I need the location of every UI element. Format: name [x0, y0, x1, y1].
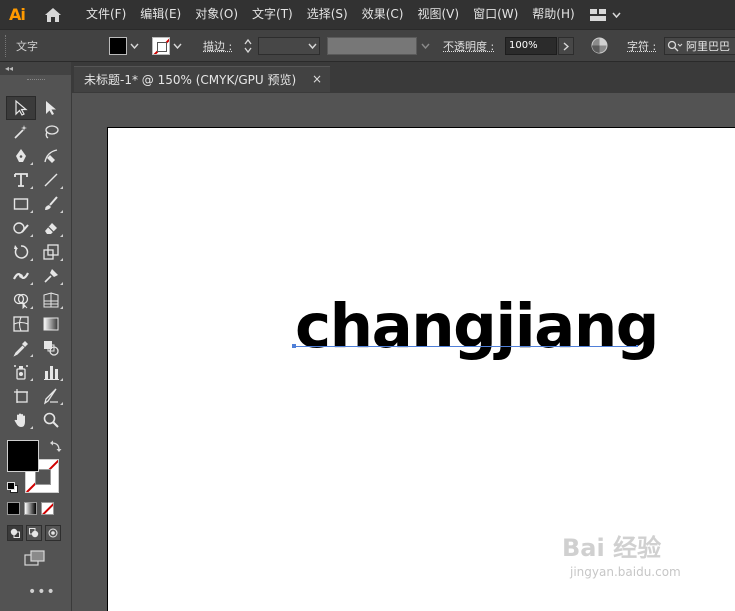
variable-width-profile[interactable] [327, 37, 417, 55]
text-anchor-point[interactable] [292, 344, 296, 348]
menu-view[interactable]: 视图(V) [410, 0, 466, 29]
symbol-sprayer-tool-icon[interactable] [6, 360, 36, 384]
home-icon[interactable] [43, 6, 63, 24]
selection-type-label: 文字 [16, 39, 38, 53]
type-tool-icon[interactable] [6, 168, 36, 192]
watermark-logo: Bai 经验 [562, 534, 662, 562]
spinner-arrows-icon [244, 38, 252, 53]
menu-help[interactable]: 帮助(H) [525, 0, 581, 29]
main-menu: 文件(F) 编辑(E) 对象(O) 文字(T) 选择(S) 效果(C) 视图(V… [79, 0, 582, 29]
shaper-tool-icon[interactable] [6, 216, 36, 240]
zoom-tool-icon[interactable] [36, 408, 66, 432]
fill-swatch[interactable] [109, 36, 127, 55]
app-logo: Ai [9, 5, 26, 24]
pen-tool-icon[interactable] [6, 144, 36, 168]
drawing-mode-buttons [7, 525, 61, 541]
document-tab-title: 未标题-1* @ 150% (CMYK/GPU 预览) [84, 73, 297, 87]
blend-tool-icon[interactable] [36, 336, 66, 360]
collapse-panel-icon[interactable]: ◂◂ [5, 62, 13, 75]
eraser-tool-icon[interactable] [36, 216, 66, 240]
scale-tool-icon[interactable] [36, 240, 66, 264]
menu-window[interactable]: 窗口(W) [466, 0, 525, 29]
tools-panel: ◂◂ ••• [0, 62, 72, 611]
character-label[interactable]: 字符 : [627, 30, 656, 61]
tools-panel-header[interactable]: ◂◂ [0, 62, 71, 75]
gradient-mode-button[interactable] [24, 502, 37, 515]
stroke-color-control[interactable] [152, 30, 184, 61]
watermark: Bai 经验 jingyan.baidu.com [562, 528, 681, 579]
close-icon[interactable]: × [312, 72, 322, 86]
text-baseline [294, 346, 637, 347]
slice-tool-icon[interactable] [36, 384, 66, 408]
fill-color-control[interactable] [109, 30, 141, 61]
eyedropper-tool-icon[interactable] [6, 336, 36, 360]
draw-inside-icon[interactable] [45, 525, 61, 541]
document-tab[interactable]: 未标题-1* @ 150% (CMYK/GPU 预览) × [74, 66, 330, 92]
artboard-text[interactable]: changjiang [295, 287, 659, 367]
shape-builder-tool-icon[interactable] [6, 288, 36, 312]
default-fill-stroke-icon[interactable] [7, 482, 18, 493]
perspective-grid-tool-icon[interactable] [36, 288, 66, 312]
menu-file[interactable]: 文件(F) [79, 0, 133, 29]
control-bar-grip[interactable] [3, 30, 9, 61]
column-graph-tool-icon[interactable] [36, 360, 66, 384]
gradient-tool-icon[interactable] [36, 312, 66, 336]
workspace-switcher[interactable] [589, 8, 621, 21]
fill-stroke-widget [7, 440, 65, 495]
watermark-url: jingyan.baidu.com [570, 565, 681, 579]
color-mode-button[interactable] [7, 502, 20, 515]
chevron-down-icon[interactable] [170, 37, 184, 55]
screen-mode-icon[interactable] [24, 550, 46, 566]
stroke-label[interactable]: 描边 : [203, 30, 232, 61]
hand-tool-icon[interactable] [6, 408, 36, 432]
mesh-tool-icon[interactable] [6, 312, 36, 336]
puppet-warp-tool-icon[interactable] [36, 264, 66, 288]
rectangle-tool-icon[interactable] [6, 192, 36, 216]
none-mode-button[interactable] [41, 502, 54, 515]
line-segment-tool-icon[interactable] [36, 168, 66, 192]
menu-object[interactable]: 对象(O) [188, 0, 245, 29]
draw-normal-icon[interactable] [7, 525, 23, 541]
menu-bar: Ai 文件(F) 编辑(E) 对象(O) 文字(T) 选择(S) 效果(C) 视… [0, 0, 735, 29]
width-tool-icon[interactable] [6, 264, 36, 288]
chevron-down-icon[interactable] [127, 37, 141, 55]
tool-grid [6, 96, 66, 432]
menu-type[interactable]: 文字(T) [245, 0, 300, 29]
color-mode-buttons [7, 502, 54, 515]
draw-behind-icon[interactable] [26, 525, 42, 541]
artboard-tool-icon[interactable] [6, 384, 36, 408]
text-end-point [636, 345, 638, 347]
tools-panel-grip[interactable] [0, 75, 71, 83]
menu-select[interactable]: 选择(S) [300, 0, 355, 29]
selection-tool-icon[interactable] [6, 96, 36, 120]
chevron-down-icon [612, 12, 621, 18]
rotate-tool-icon[interactable] [6, 240, 36, 264]
menu-edit[interactable]: 编辑(E) [133, 0, 188, 29]
recolor-artwork-icon[interactable] [591, 30, 608, 61]
font-family-input[interactable]: 阿里巴巴 [664, 37, 735, 55]
stroke-swatch[interactable] [152, 36, 170, 55]
opacity-input[interactable]: 100% [505, 37, 557, 55]
direct-selection-tool-icon[interactable] [36, 96, 66, 120]
swap-fill-stroke-icon[interactable] [50, 440, 62, 452]
search-icon [667, 40, 683, 52]
curvature-tool-icon[interactable] [36, 144, 66, 168]
stroke-weight-spinner[interactable] [243, 30, 257, 61]
paintbrush-tool-icon[interactable] [36, 192, 66, 216]
opacity-label[interactable]: 不透明度 : [443, 30, 494, 61]
workspace-layout-icon [589, 8, 606, 21]
lasso-tool-icon[interactable] [36, 120, 66, 144]
chevron-right-icon[interactable] [558, 37, 574, 55]
chevron-down-icon[interactable] [421, 30, 430, 61]
menu-effect[interactable]: 效果(C) [355, 0, 411, 29]
fill-color-swatch[interactable] [7, 440, 39, 472]
control-bar: 文字 描边 : 不透明度 : 100% 字符 : 阿里巴巴 [0, 29, 735, 62]
edit-toolbar-button[interactable]: ••• [28, 584, 56, 600]
magic-wand-tool-icon[interactable] [6, 120, 36, 144]
stroke-weight-input[interactable] [258, 37, 320, 55]
font-family-value: 阿里巴巴 [686, 40, 730, 53]
chevron-down-icon[interactable] [308, 39, 317, 56]
